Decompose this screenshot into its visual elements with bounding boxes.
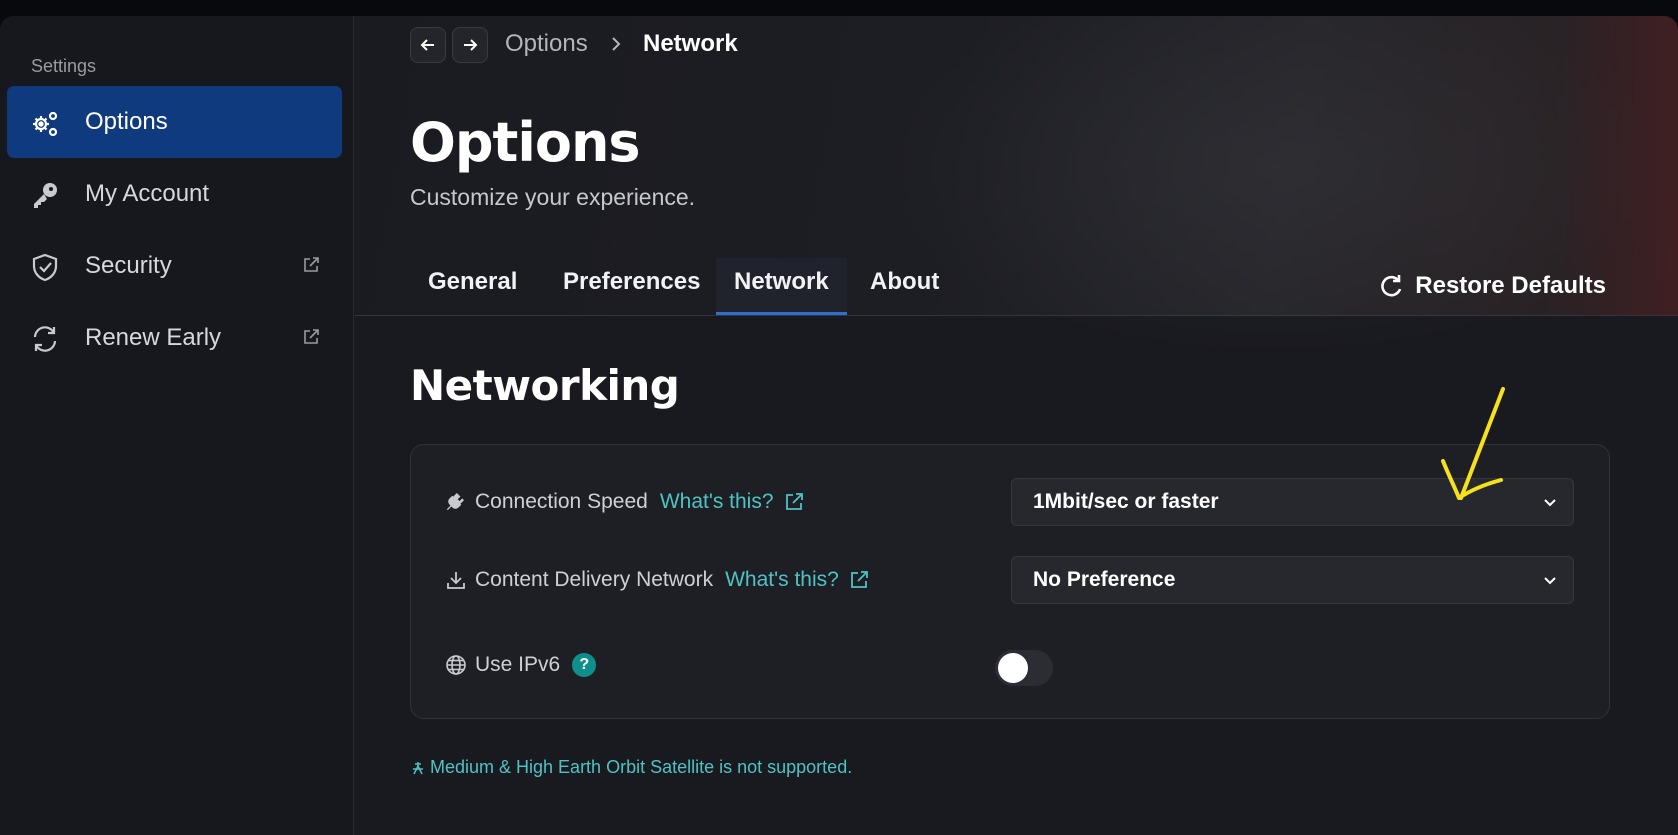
satellite-note: Medium & High Earth Orbit Satellite is n… [410, 757, 852, 778]
app-window: Settings Options My Account Security Ren… [0, 16, 1678, 835]
cdn-whats-this-link[interactable]: What's this? [725, 568, 869, 592]
satellite-note-text: Medium & High Earth Orbit Satellite is n… [430, 757, 853, 777]
tab-about[interactable]: About [852, 258, 957, 315]
arrow-left-icon [420, 39, 434, 51]
cdn-text: Content Delivery Network [475, 568, 714, 591]
main-content: Options Network Options Customize your e… [355, 16, 1678, 835]
connection-speed-whats-this-link[interactable]: What's this? [660, 490, 804, 514]
ipv6-toggle[interactable] [995, 650, 1053, 686]
restore-defaults-label: Restore Defaults [1415, 272, 1606, 299]
sidebar: Settings Options My Account Security Ren… [0, 16, 354, 835]
sidebar-item-renew-early[interactable]: Renew Early [7, 302, 342, 374]
cdn-value: No Preference [1033, 568, 1176, 591]
section-title: Networking [410, 361, 680, 410]
tab-general[interactable]: General [410, 258, 535, 315]
chevron-right-icon [608, 34, 624, 54]
sidebar-item-label: Renew Early [85, 324, 222, 351]
globe-icon [446, 655, 466, 675]
external-link-icon [850, 571, 868, 588]
back-button[interactable] [410, 27, 446, 63]
reload-icon [1381, 275, 1402, 297]
restore-defaults-button[interactable]: Restore Defaults [1379, 272, 1606, 300]
sidebar-item-options[interactable]: Options [7, 86, 342, 158]
link-text: What's this? [725, 568, 839, 591]
connection-speed-label: Connection Speed What's this? [445, 490, 804, 514]
settings-card: Connection Speed What's this? 1Mbit/sec … [410, 444, 1610, 719]
connection-speed-text: Connection Speed [475, 490, 648, 513]
sidebar-heading: Settings [31, 56, 97, 76]
connection-speed-select[interactable]: 1Mbit/sec or faster [1011, 478, 1574, 526]
sidebar-item-security[interactable]: Security [7, 230, 342, 302]
connection-speed-value: 1Mbit/sec or faster [1033, 490, 1219, 513]
download-icon [447, 572, 465, 589]
banner-decoration [875, 16, 1675, 356]
breadcrumb-options[interactable]: Options [505, 30, 588, 58]
ipv6-text: Use IPv6 [475, 653, 561, 676]
tab-preferences[interactable]: Preferences [545, 258, 718, 315]
link-text: What's this? [659, 490, 774, 513]
shield-icon [30, 252, 60, 282]
sidebar-item-my-account[interactable]: My Account [7, 158, 342, 230]
chevron-down-icon [1544, 499, 1556, 507]
toggle-knob [998, 653, 1028, 683]
plug-icon [446, 493, 464, 511]
forward-button[interactable] [452, 27, 488, 63]
tab-network[interactable]: Network [716, 258, 847, 315]
chevron-down-icon [1544, 577, 1556, 585]
satellite-icon [413, 761, 423, 774]
cdn-label: Content Delivery Network What's this? [445, 568, 869, 592]
sidebar-item-label: Options [85, 108, 168, 135]
external-link-icon [302, 328, 320, 346]
arrow-right-icon [464, 39, 478, 51]
breadcrumb-network: Network [643, 30, 738, 57]
external-link-icon [302, 256, 320, 274]
external-link-icon [785, 493, 803, 510]
page-subtitle: Customize your experience. [410, 184, 696, 210]
gears-icon [30, 108, 60, 138]
ipv6-label: Use IPv6 ? [445, 653, 597, 677]
cdn-select[interactable]: No Preference [1011, 556, 1574, 604]
refresh-icon [30, 324, 60, 354]
banner-decoration [1558, 16, 1678, 316]
help-icon[interactable]: ? [572, 653, 597, 677]
key-icon [30, 180, 60, 210]
sidebar-item-label: Security [85, 252, 172, 279]
page-title: Options [410, 111, 641, 174]
sidebar-item-label: My Account [85, 180, 210, 207]
